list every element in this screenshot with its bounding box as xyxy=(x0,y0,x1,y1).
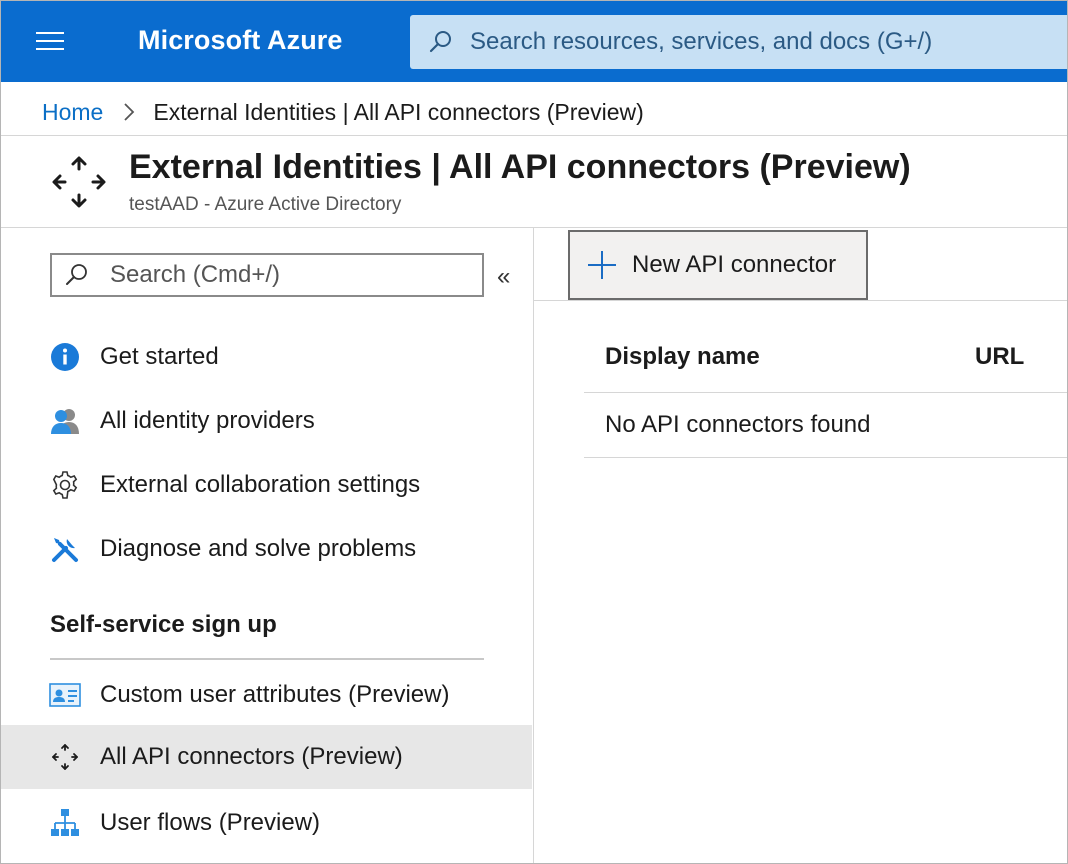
azure-portal-window: Microsoft Azure Home External Identities… xyxy=(0,0,1068,864)
collapse-sidebar-icon[interactable]: « xyxy=(497,263,519,291)
sidebar-item-identity-providers[interactable]: All identity providers xyxy=(1,389,532,453)
sidebar-search[interactable] xyxy=(50,253,484,297)
plus-icon xyxy=(586,249,618,281)
sidebar-section-title: Self-service sign up xyxy=(50,611,277,638)
sidebar-item-user-flows[interactable]: User flows (Preview) xyxy=(1,791,532,855)
sidebar-item-label: All API connectors (Preview) xyxy=(100,743,403,770)
sidebar-item-collaboration-settings[interactable]: External collaboration settings xyxy=(1,453,532,517)
flow-icon xyxy=(49,807,81,839)
info-icon xyxy=(49,341,81,373)
breadcrumb-current: External Identities | All API connectors… xyxy=(153,98,644,125)
sidebar-item-label: User flows (Preview) xyxy=(100,809,321,836)
sidebar-item-label: Custom user attributes (Preview) xyxy=(100,681,450,708)
breadcrumb-divider xyxy=(1,135,1067,136)
global-search-input[interactable] xyxy=(470,28,1050,56)
search-icon xyxy=(428,29,454,55)
new-api-connector-label: New API connector xyxy=(632,251,837,278)
toolbar-divider xyxy=(534,300,1067,301)
gear-icon xyxy=(49,469,81,501)
table-header-divider xyxy=(584,392,1067,393)
sidebar-item-label: All identity providers xyxy=(100,407,315,434)
empty-table-message: No API connectors found xyxy=(605,411,871,438)
sidebar-item-get-started[interactable]: Get started xyxy=(1,325,532,389)
header-divider xyxy=(1,227,1067,228)
column-header-url[interactable]: URL xyxy=(975,343,1024,371)
sidebar-item-diagnose[interactable]: Diagnose and solve problems xyxy=(1,517,532,581)
breadcrumb: Home External Identities | All API conne… xyxy=(42,97,644,127)
brand-title[interactable]: Microsoft Azure xyxy=(138,25,343,56)
page-subtitle: testAAD - Azure Active Directory xyxy=(129,194,402,215)
breadcrumb-home-link[interactable]: Home xyxy=(42,99,103,126)
api-connector-arrows-icon xyxy=(51,154,107,210)
new-api-connector-button[interactable]: New API connector xyxy=(568,230,868,300)
sidebar-search-input[interactable] xyxy=(110,261,470,289)
top-bar: Microsoft Azure xyxy=(1,1,1067,82)
section-divider xyxy=(50,658,484,660)
api-connector-arrows-icon xyxy=(49,741,81,773)
pane-divider xyxy=(533,228,534,863)
page-title: External Identities | All API connectors… xyxy=(129,148,911,186)
sidebar-item-custom-attributes[interactable]: Custom user attributes (Preview) xyxy=(1,663,532,727)
table-row-divider xyxy=(584,457,1067,458)
search-icon xyxy=(64,262,90,288)
sidebar-item-label: External collaboration settings xyxy=(100,471,421,498)
column-header-display-name[interactable]: Display name xyxy=(605,343,760,371)
users-icon xyxy=(49,405,81,437)
menu-icon[interactable] xyxy=(36,32,64,52)
wrench-icon xyxy=(49,533,81,565)
sidebar-item-label: Diagnose and solve problems xyxy=(100,535,417,562)
sidebar-item-api-connectors[interactable]: All API connectors (Preview) xyxy=(1,725,532,789)
chevron-right-icon xyxy=(123,102,135,122)
global-search[interactable] xyxy=(410,15,1067,69)
id-card-icon xyxy=(49,679,81,711)
sidebar-item-label: Get started xyxy=(100,343,219,370)
